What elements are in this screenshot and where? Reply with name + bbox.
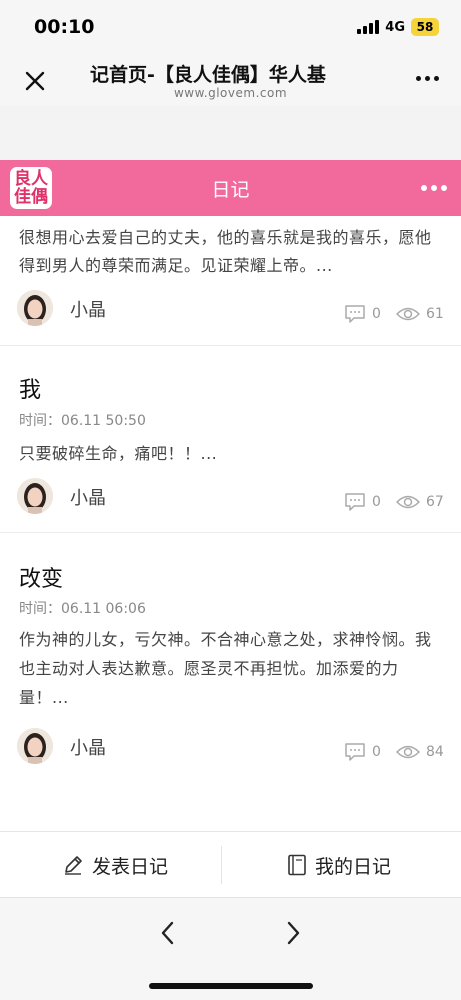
status-time: 00:10 (34, 16, 95, 38)
entry-title[interactable]: 我 (19, 372, 41, 404)
eye-icon (396, 495, 420, 509)
comment-count[interactable]: 0 (344, 492, 381, 512)
battery-icon: 58 (411, 18, 439, 36)
network-type: 4G (385, 19, 405, 35)
entry-time: 时间：06.11 50:50 (19, 413, 146, 429)
view-count-value: 61 (426, 306, 444, 322)
diary-entry[interactable]: 我 时间：06.11 50:50 只要破碎生命，痛吧！！... 小晶 0 67 (0, 346, 461, 532)
author-name[interactable]: 小晶 (70, 296, 106, 322)
comment-count-value: 0 (372, 744, 381, 760)
comment-count[interactable]: 0 (344, 304, 381, 324)
site-header: 良人 佳偶 日记 (0, 160, 461, 216)
status-bar: 00:10 4G 58 (0, 0, 461, 54)
status-indicators: 4G 58 (357, 18, 439, 36)
my-diary-button[interactable]: 我的日记 (287, 832, 391, 898)
page-title: 记首页-【良人佳偶】华人基 (90, 64, 326, 86)
entry-excerpt: 很想用心去爱自己的丈夫，他的喜乐就是我的喜乐，愿他得到男人的尊荣而满足。见证荣耀… (19, 228, 432, 275)
more-options-icon[interactable] (416, 76, 439, 81)
eye-icon (396, 307, 420, 321)
entry-time: 时间：06.11 06:06 (19, 601, 146, 617)
comment-count-value: 0 (372, 494, 381, 510)
comment-count-value: 0 (372, 306, 381, 322)
header-more-icon[interactable] (421, 185, 447, 191)
view-count-value: 84 (426, 744, 444, 760)
forward-chevron-icon[interactable] (278, 918, 308, 948)
author-name[interactable]: 小晶 (70, 734, 106, 760)
comment-icon (345, 305, 365, 323)
home-indicator (149, 983, 313, 989)
avatar[interactable] (17, 728, 53, 764)
action-divider (221, 846, 222, 884)
browser-nav-bar (0, 897, 461, 1000)
my-diary-label: 我的日记 (315, 855, 392, 878)
comment-count[interactable]: 0 (344, 742, 381, 762)
page-url: www.glovem.com (173, 86, 288, 100)
browser-title-bar: 记首页-【良人佳偶】华人基 www.glovem.com (0, 54, 461, 106)
eye-icon (396, 745, 420, 759)
notebook-icon (288, 854, 306, 876)
comment-icon (345, 743, 365, 761)
avatar[interactable] (17, 478, 53, 514)
bottom-action-bar: 发表日记 我的日记 (0, 831, 461, 897)
avatar[interactable] (17, 290, 53, 326)
entry-title[interactable]: 改变 (19, 561, 63, 593)
header-spacer (0, 106, 461, 160)
publish-diary-button[interactable]: 发表日记 (62, 832, 168, 898)
view-count-value: 67 (426, 494, 444, 510)
author-name[interactable]: 小晶 (70, 484, 106, 510)
publish-diary-label: 发表日记 (92, 855, 169, 878)
title-fade (350, 58, 390, 86)
header-title: 日记 (211, 179, 250, 201)
diary-entry[interactable]: 改变 时间：06.11 06:06 作为神的儿女，亏欠神。不合神心意之处，求神怜… (0, 533, 461, 793)
entry-excerpt: 只要破碎生命，痛吧！！... (19, 444, 218, 463)
view-count: 84 (396, 744, 444, 760)
comment-icon (345, 493, 365, 511)
pencil-icon (65, 856, 82, 875)
view-count: 61 (396, 306, 444, 322)
view-count: 67 (396, 494, 444, 510)
entry-excerpt: 作为神的儿女，亏欠神。不合神心意之处，求神怜悯。我也主动对人表达歉意。愿圣灵不再… (19, 630, 432, 707)
back-chevron-icon[interactable] (153, 918, 183, 948)
signal-icon (357, 20, 380, 34)
diary-entry[interactable]: 很想用心去爱自己的丈夫，他的喜乐就是我的喜乐，愿他得到男人的尊荣而满足。见证荣耀… (0, 216, 461, 346)
